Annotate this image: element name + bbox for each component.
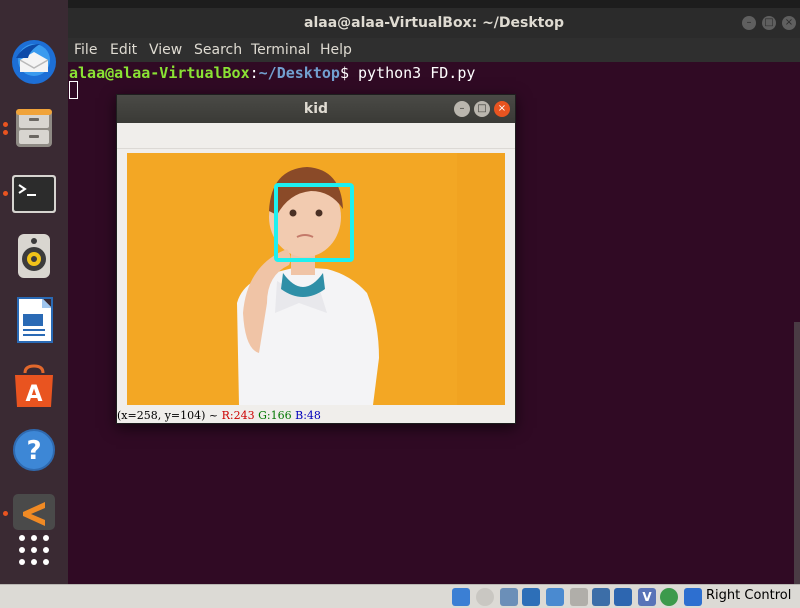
writer-icon[interactable] [8, 294, 60, 346]
software-icon[interactable]: A [8, 360, 60, 412]
prompt-user: alaa@alaa-VirtualBox [69, 64, 250, 82]
kid-close-button[interactable]: × [494, 101, 510, 117]
mouse-integration-icon[interactable] [660, 588, 678, 606]
hard-disk-icon[interactable] [452, 588, 470, 606]
files-icon[interactable] [8, 102, 60, 154]
prompt-symbol: $ [339, 64, 349, 82]
virtualbox-statusbar: V Right Control [0, 584, 800, 608]
pixel-green: G:166 [258, 409, 292, 422]
kid-maximize-button[interactable]: □ [474, 101, 490, 117]
kid-titlebar[interactable]: kid – □ × [117, 95, 515, 123]
pixel-blue: B:48 [295, 409, 321, 422]
prompt-path: ~/Desktop [258, 64, 340, 82]
kid-photo [127, 153, 505, 405]
shared-folders-icon[interactable] [570, 588, 588, 606]
keyboard-capture-icon[interactable] [684, 588, 702, 606]
app-grid-icon[interactable] [8, 524, 60, 576]
menu-edit[interactable]: Edit [110, 42, 137, 58]
terminal-title: alaa@alaa-VirtualBox: ~/Desktop [304, 15, 564, 31]
network-icon[interactable] [522, 588, 540, 606]
pixel-red: R:243 [221, 409, 255, 422]
menu-terminal[interactable]: Terminal [251, 42, 310, 58]
thunderbird-icon[interactable] [8, 36, 60, 88]
svg-text:A: A [25, 382, 42, 407]
pixel-coords: (x=258, y=104) ~ [117, 409, 219, 422]
terminal-icon[interactable] [8, 168, 60, 220]
usb-icon[interactable] [546, 588, 564, 606]
pixel-status-line: (x=258, y=104) ~ R:243 G:166 B:48 [117, 409, 515, 423]
prompt-command: python3 FD.py [348, 64, 476, 82]
minimize-button[interactable]: – [742, 16, 756, 30]
close-button[interactable]: × [782, 16, 796, 30]
display-icon[interactable] [592, 588, 610, 606]
kid-toolbar [117, 123, 515, 149]
host-key-label: Right Control [706, 588, 792, 603]
dock: A ? [0, 0, 68, 584]
audio-icon[interactable] [500, 588, 518, 606]
terminal-cursor [69, 81, 78, 99]
terminal-scrollbar[interactable] [794, 322, 800, 584]
rhythmbox-icon[interactable] [8, 230, 60, 282]
menu-file[interactable]: File [74, 42, 97, 58]
kid-image[interactable] [127, 153, 505, 405]
prompt-colon: : [249, 64, 259, 82]
video-capture-icon[interactable] [614, 588, 632, 606]
svg-text:?: ? [26, 436, 41, 466]
virtualization-icon[interactable]: V [638, 588, 656, 606]
terminal-menubar: File Edit View Search Terminal Help [68, 38, 800, 62]
maximize-button[interactable]: □ [762, 16, 776, 30]
menu-view[interactable]: View [149, 42, 182, 58]
menu-help[interactable]: Help [320, 42, 352, 58]
kid-minimize-button[interactable]: – [454, 101, 470, 117]
menu-search[interactable]: Search [194, 42, 242, 58]
kid-window: kid – □ × (x=258, y=104) ~ R:243 G:166 B… [116, 94, 516, 424]
help-icon[interactable]: ? [8, 424, 60, 476]
terminal-prompt-line: alaa@alaa-VirtualBox:~/Desktop$ python3 … [69, 64, 475, 82]
terminal-titlebar[interactable]: alaa@alaa-VirtualBox: ~/Desktop – □ × [68, 8, 800, 38]
top-panel: Activities [0, 0, 800, 8]
optical-drive-icon[interactable] [476, 588, 494, 606]
